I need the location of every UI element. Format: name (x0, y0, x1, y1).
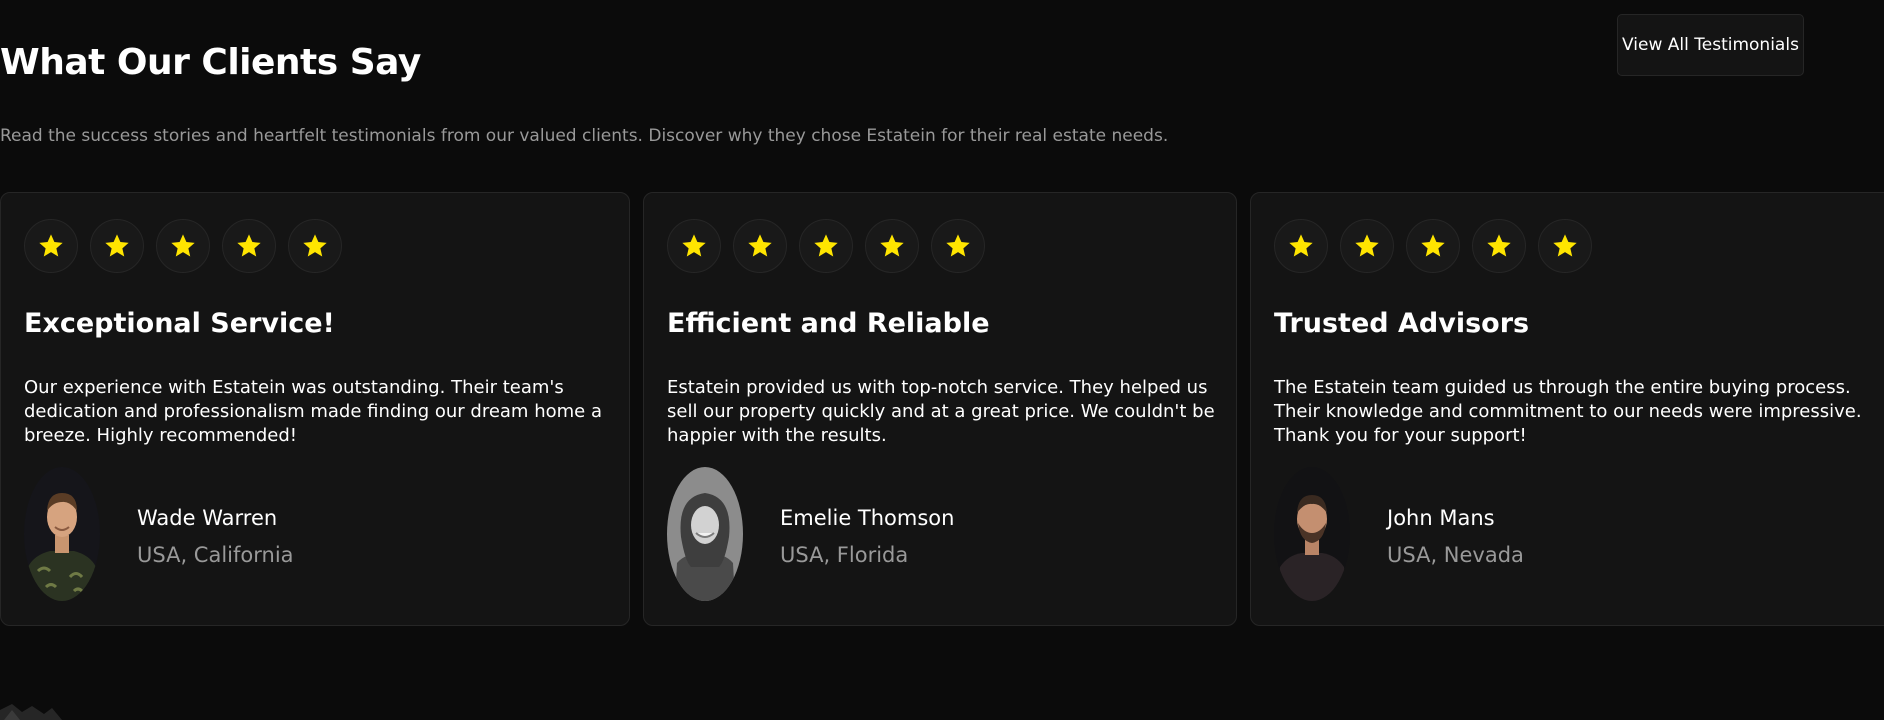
star-rating (1274, 219, 1592, 273)
client-location: USA, California (137, 543, 294, 567)
testimonial-title: Exceptional Service! (24, 308, 335, 339)
client-location: USA, Florida (780, 543, 909, 567)
section-title: What Our Clients Say (0, 42, 421, 83)
star-icon (1487, 234, 1511, 257)
star-badge (156, 219, 210, 273)
star-badge (1472, 219, 1526, 273)
testimonial-card: Exceptional Service! Our experience with… (0, 192, 630, 626)
avatar-photo-woman-smiling (667, 467, 743, 601)
star-icon (171, 234, 195, 257)
star-rating (24, 219, 342, 273)
star-icon (303, 234, 327, 257)
testimonial-text: Estatein provided us with top-notch serv… (667, 377, 1215, 446)
star-badge (222, 219, 276, 273)
star-badge (1406, 219, 1460, 273)
star-badge (1340, 219, 1394, 273)
star-icon (237, 234, 261, 257)
testimonial-text: Our experience with Estatein was outstan… (24, 377, 602, 446)
star-icon (814, 234, 838, 257)
avatar (1274, 467, 1350, 601)
client-location: USA, Nevada (1387, 543, 1524, 567)
client-name: John Mans (1387, 506, 1495, 530)
testimonial-title: Trusted Advisors (1274, 308, 1530, 339)
decorative-shape (0, 704, 62, 720)
star-badge (931, 219, 985, 273)
star-badge (667, 219, 721, 273)
testimonial-title: Efficient and Reliable (667, 308, 990, 339)
avatar (667, 467, 743, 601)
avatar (24, 467, 100, 601)
star-badge (865, 219, 919, 273)
star-badge (733, 219, 787, 273)
star-badge (1538, 219, 1592, 273)
section-subtitle: Read the success stories and heartfelt t… (0, 126, 1169, 146)
testimonial-card: Efficient and Reliable Estatein provided… (643, 192, 1237, 626)
testimonial-card: Trusted Advisors The Estatein team guide… (1250, 192, 1884, 626)
view-all-testimonials-button[interactable]: View All Testimonials (1617, 14, 1804, 76)
star-badge (288, 219, 342, 273)
star-icon (1355, 234, 1379, 257)
star-icon (946, 234, 970, 257)
testimonial-text: The Estatein team guided us through the … (1274, 377, 1862, 446)
star-icon (1553, 234, 1577, 257)
client-name: Emelie Thomson (780, 506, 955, 530)
avatar-photo-man-bearded (1274, 467, 1350, 601)
star-badge (799, 219, 853, 273)
star-icon (1421, 234, 1445, 257)
star-icon (39, 234, 63, 257)
star-icon (682, 234, 706, 257)
star-badge (24, 219, 78, 273)
star-badge (1274, 219, 1328, 273)
testimonials-list: Exceptional Service! Our experience with… (0, 192, 1884, 626)
star-icon (748, 234, 772, 257)
star-icon (880, 234, 904, 257)
star-badge (90, 219, 144, 273)
star-icon (105, 234, 129, 257)
star-rating (667, 219, 985, 273)
star-icon (1289, 234, 1313, 257)
avatar-photo-man-patterned-shirt (24, 467, 100, 601)
client-name: Wade Warren (137, 506, 278, 530)
